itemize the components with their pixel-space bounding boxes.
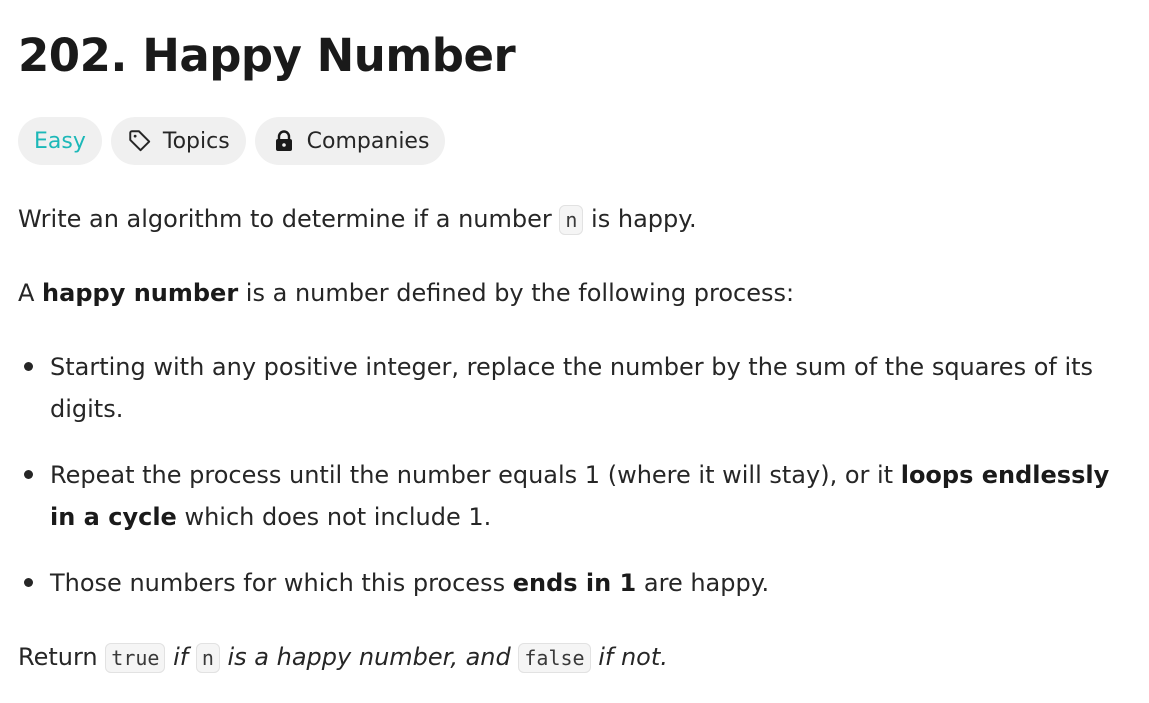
bold-text: ends in 1 [512,569,637,597]
list-item: Starting with any positive integer, repl… [18,346,1128,430]
topics-button[interactable]: Topics [110,117,246,165]
paragraph-return: Return true if n is a happy number, and … [18,636,668,678]
text: Return [18,643,106,671]
italic-text: if not. [590,643,668,671]
text: Write an algorithm to determine if a num… [18,205,560,233]
list-item: Those numbers for which this process end… [18,562,1128,604]
inline-code: false [518,643,591,673]
companies-button[interactable]: Companies [254,117,446,165]
bold-text: happy number [42,279,239,307]
topics-label: Topics [162,128,230,154]
inline-code: n [559,205,584,235]
difficulty-label: Easy [34,128,86,154]
paragraph-intro: Write an algorithm to determine if a num… [18,198,697,240]
tag-icon [127,128,153,154]
text: Those numbers for which this process [50,569,513,597]
problem-description: 202. Happy Number Easy Topics Companies [18,28,1128,165]
text: A [18,279,43,307]
tag-row: Easy Topics Companies [18,117,1128,165]
process-list: Starting with any positive integer, repl… [18,346,1128,628]
text: which does not include 1. [176,503,492,531]
text: Starting with any positive integer, repl… [50,353,1094,423]
list-item: Repeat the process until the number equa… [18,454,1128,538]
inline-code: n [195,643,220,673]
italic-text: if [165,643,196,671]
inline-code: true [105,643,166,673]
text: Repeat the process until the number equa… [50,461,901,489]
problem-title[interactable]: 202. Happy Number [18,28,1128,84]
text: is happy. [583,205,697,233]
difficulty-badge: Easy [18,117,102,165]
companies-label: Companies [306,128,430,154]
text: are happy. [636,569,770,597]
italic-text: is a happy number, and [219,643,519,671]
text: is a number defined by the following pro… [238,279,795,307]
lock-icon [271,128,297,154]
paragraph-definition: A happy number is a number defined by th… [18,272,794,314]
